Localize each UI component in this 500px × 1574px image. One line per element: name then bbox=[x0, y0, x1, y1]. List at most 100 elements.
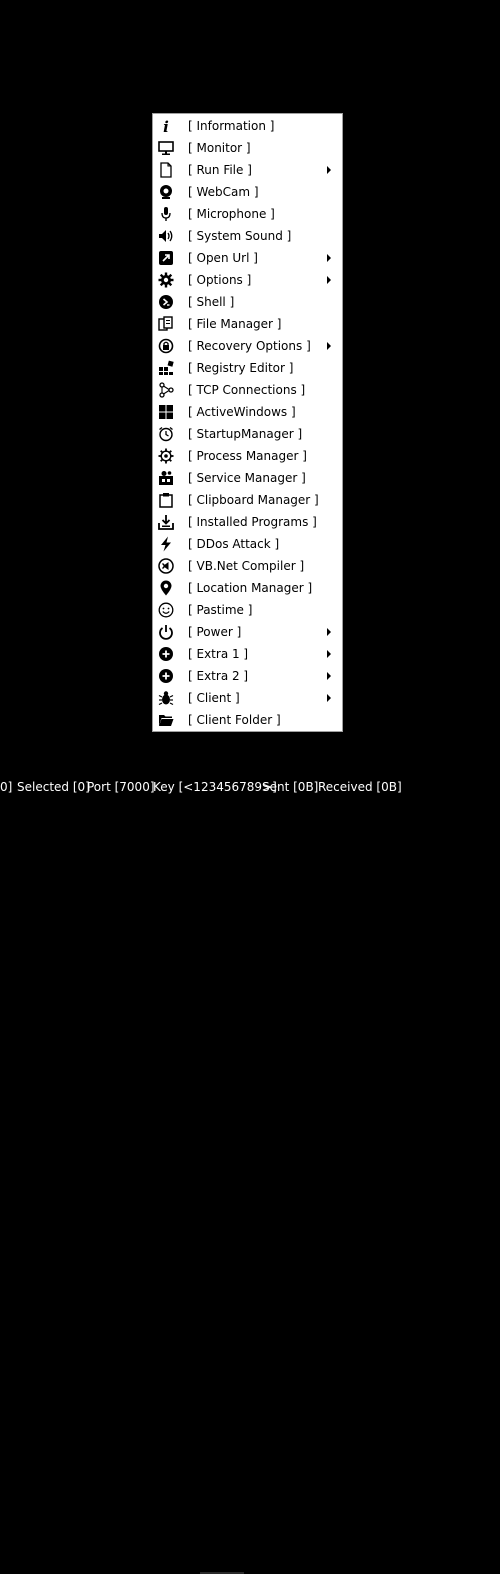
menu-item-label: [ DDos Attack ] bbox=[188, 537, 280, 551]
speaker-icon bbox=[157, 227, 175, 245]
menu-item-label: [ File Manager ] bbox=[188, 317, 282, 331]
menu-item-system-sound[interactable]: [ System Sound ] bbox=[153, 225, 342, 247]
clipboard-icon bbox=[157, 491, 175, 509]
svg-text:i: i bbox=[163, 118, 169, 134]
menu-item-open-url[interactable]: [ Open Url ] bbox=[153, 247, 342, 269]
submenu-arrow-icon bbox=[327, 276, 331, 284]
submenu-arrow-icon bbox=[327, 628, 331, 636]
external-link-icon bbox=[157, 249, 175, 267]
folder-open-icon bbox=[157, 711, 175, 729]
menu-item-label: [ Client Folder ] bbox=[188, 713, 281, 727]
menu-item-label: [ VB.Net Compiler ] bbox=[188, 559, 305, 573]
terminal-icon bbox=[157, 293, 175, 311]
visual-studio-icon bbox=[157, 557, 175, 575]
menu-item-client[interactable]: [ Client ] bbox=[153, 687, 342, 709]
monitor-icon bbox=[157, 139, 175, 157]
menu-item-run-file[interactable]: [ Run File ] bbox=[153, 159, 342, 181]
plus-circle-icon bbox=[157, 645, 175, 663]
menu-item-label: [ Service Manager ] bbox=[188, 471, 306, 485]
menu-item-process-manager[interactable]: [ Process Manager ] bbox=[153, 445, 342, 467]
submenu-arrow-icon bbox=[327, 166, 331, 174]
menu-item-label: [ Pastime ] bbox=[188, 603, 253, 617]
menu-item-vb-net-compiler[interactable]: [ VB.Net Compiler ] bbox=[153, 555, 342, 577]
submenu-arrow-icon bbox=[327, 650, 331, 658]
menu-item-label: [ TCP Connections ] bbox=[188, 383, 306, 397]
webcam-icon bbox=[157, 183, 175, 201]
smiley-icon bbox=[157, 601, 175, 619]
lightning-icon bbox=[157, 535, 175, 553]
menu-item-label: [ Options ] bbox=[188, 273, 252, 287]
context-menu: i [ Information ] [ Monitor ] [ Run File ] [… bbox=[152, 113, 343, 732]
plus-circle-icon bbox=[157, 667, 175, 685]
menu-item-label: [ Information ] bbox=[188, 119, 275, 133]
menu-item-location-manager[interactable]: [ Location Manager ] bbox=[153, 577, 342, 599]
menu-item-label: [ WebCam ] bbox=[188, 185, 259, 199]
menu-item-label: [ Clipboard Manager ] bbox=[188, 493, 319, 507]
status-online-count: 0] bbox=[0, 780, 13, 794]
menu-item-registry-editor[interactable]: [ Registry Editor ] bbox=[153, 357, 342, 379]
menu-item-label: [ Client ] bbox=[188, 691, 240, 705]
menu-item-file-manager[interactable]: [ File Manager ] bbox=[153, 313, 342, 335]
status-received: Received [0B] bbox=[318, 780, 402, 794]
menu-item-monitor[interactable]: [ Monitor ] bbox=[153, 137, 342, 159]
menu-item-recovery-options[interactable]: [ Recovery Options ] bbox=[153, 335, 342, 357]
menu-item-ddos-attack[interactable]: [ DDos Attack ] bbox=[153, 533, 342, 555]
lock-recovery-icon bbox=[157, 337, 175, 355]
submenu-arrow-icon bbox=[327, 342, 331, 350]
power-icon bbox=[157, 623, 175, 641]
bug-icon bbox=[157, 689, 175, 707]
menu-item-extra-2[interactable]: [ Extra 2 ] bbox=[153, 665, 342, 687]
menu-item-information[interactable]: i [ Information ] bbox=[153, 115, 342, 137]
windows-logo-icon bbox=[157, 403, 175, 421]
menu-item-installed-programs[interactable]: [ Installed Programs ] bbox=[153, 511, 342, 533]
cog-outline-icon bbox=[157, 447, 175, 465]
menu-item-label: [ Open Url ] bbox=[188, 251, 258, 265]
info-icon: i bbox=[157, 117, 175, 135]
menu-item-client-folder[interactable]: [ Client Folder ] bbox=[153, 709, 342, 731]
network-icon bbox=[157, 381, 175, 399]
menu-item-label: [ Extra 2 ] bbox=[188, 669, 249, 683]
menu-item-pastime[interactable]: [ Pastime ] bbox=[153, 599, 342, 621]
menu-item-microphone[interactable]: [ Microphone ] bbox=[153, 203, 342, 225]
status-bar: 0] Selected [0] Port [7000] Key [<123456… bbox=[0, 776, 500, 1574]
file-icon bbox=[157, 161, 175, 179]
menu-item-clipboard-manager[interactable]: [ Clipboard Manager ] bbox=[153, 489, 342, 511]
service-icon bbox=[157, 469, 175, 487]
menu-item-label: [ Power ] bbox=[188, 625, 242, 639]
menu-item-startupmanager[interactable]: [ StartupManager ] bbox=[153, 423, 342, 445]
submenu-arrow-icon bbox=[327, 694, 331, 702]
microphone-icon bbox=[157, 205, 175, 223]
menu-item-shell[interactable]: [ Shell ] bbox=[153, 291, 342, 313]
menu-item-label: [ Extra 1 ] bbox=[188, 647, 249, 661]
menu-item-label: [ Location Manager ] bbox=[188, 581, 313, 595]
menu-item-extra-1[interactable]: [ Extra 1 ] bbox=[153, 643, 342, 665]
copy-files-icon bbox=[157, 315, 175, 333]
menu-item-power[interactable]: [ Power ] bbox=[153, 621, 342, 643]
status-key: Key [<123456789>] bbox=[153, 780, 277, 794]
menu-item-label: [ ActiveWindows ] bbox=[188, 405, 296, 419]
menu-item-label: [ Installed Programs ] bbox=[188, 515, 317, 529]
submenu-arrow-icon bbox=[327, 254, 331, 262]
menu-item-label: [ Shell ] bbox=[188, 295, 235, 309]
menu-item-label: [ Run File ] bbox=[188, 163, 252, 177]
menu-item-options[interactable]: [ Options ] bbox=[153, 269, 342, 291]
registry-icon bbox=[157, 359, 175, 377]
menu-item-webcam[interactable]: [ WebCam ] bbox=[153, 181, 342, 203]
gear-icon bbox=[157, 271, 175, 289]
menu-item-label: [ Recovery Options ] bbox=[188, 339, 311, 353]
status-sent: Sent [0B] bbox=[262, 780, 319, 794]
menu-item-label: [ Microphone ] bbox=[188, 207, 275, 221]
menu-item-activewindows[interactable]: [ ActiveWindows ] bbox=[153, 401, 342, 423]
download-tray-icon bbox=[157, 513, 175, 531]
menu-item-service-manager[interactable]: [ Service Manager ] bbox=[153, 467, 342, 489]
location-pin-icon bbox=[157, 579, 175, 597]
clock-icon bbox=[157, 425, 175, 443]
status-port: Port [7000] bbox=[87, 780, 155, 794]
menu-item-label: [ Process Manager ] bbox=[188, 449, 307, 463]
menu-item-label: [ Registry Editor ] bbox=[188, 361, 294, 375]
menu-item-label: [ Monitor ] bbox=[188, 141, 251, 155]
menu-item-tcp-connections[interactable]: [ TCP Connections ] bbox=[153, 379, 342, 401]
status-selected: Selected [0] bbox=[17, 780, 90, 794]
submenu-arrow-icon bbox=[327, 672, 331, 680]
menu-item-label: [ System Sound ] bbox=[188, 229, 292, 243]
